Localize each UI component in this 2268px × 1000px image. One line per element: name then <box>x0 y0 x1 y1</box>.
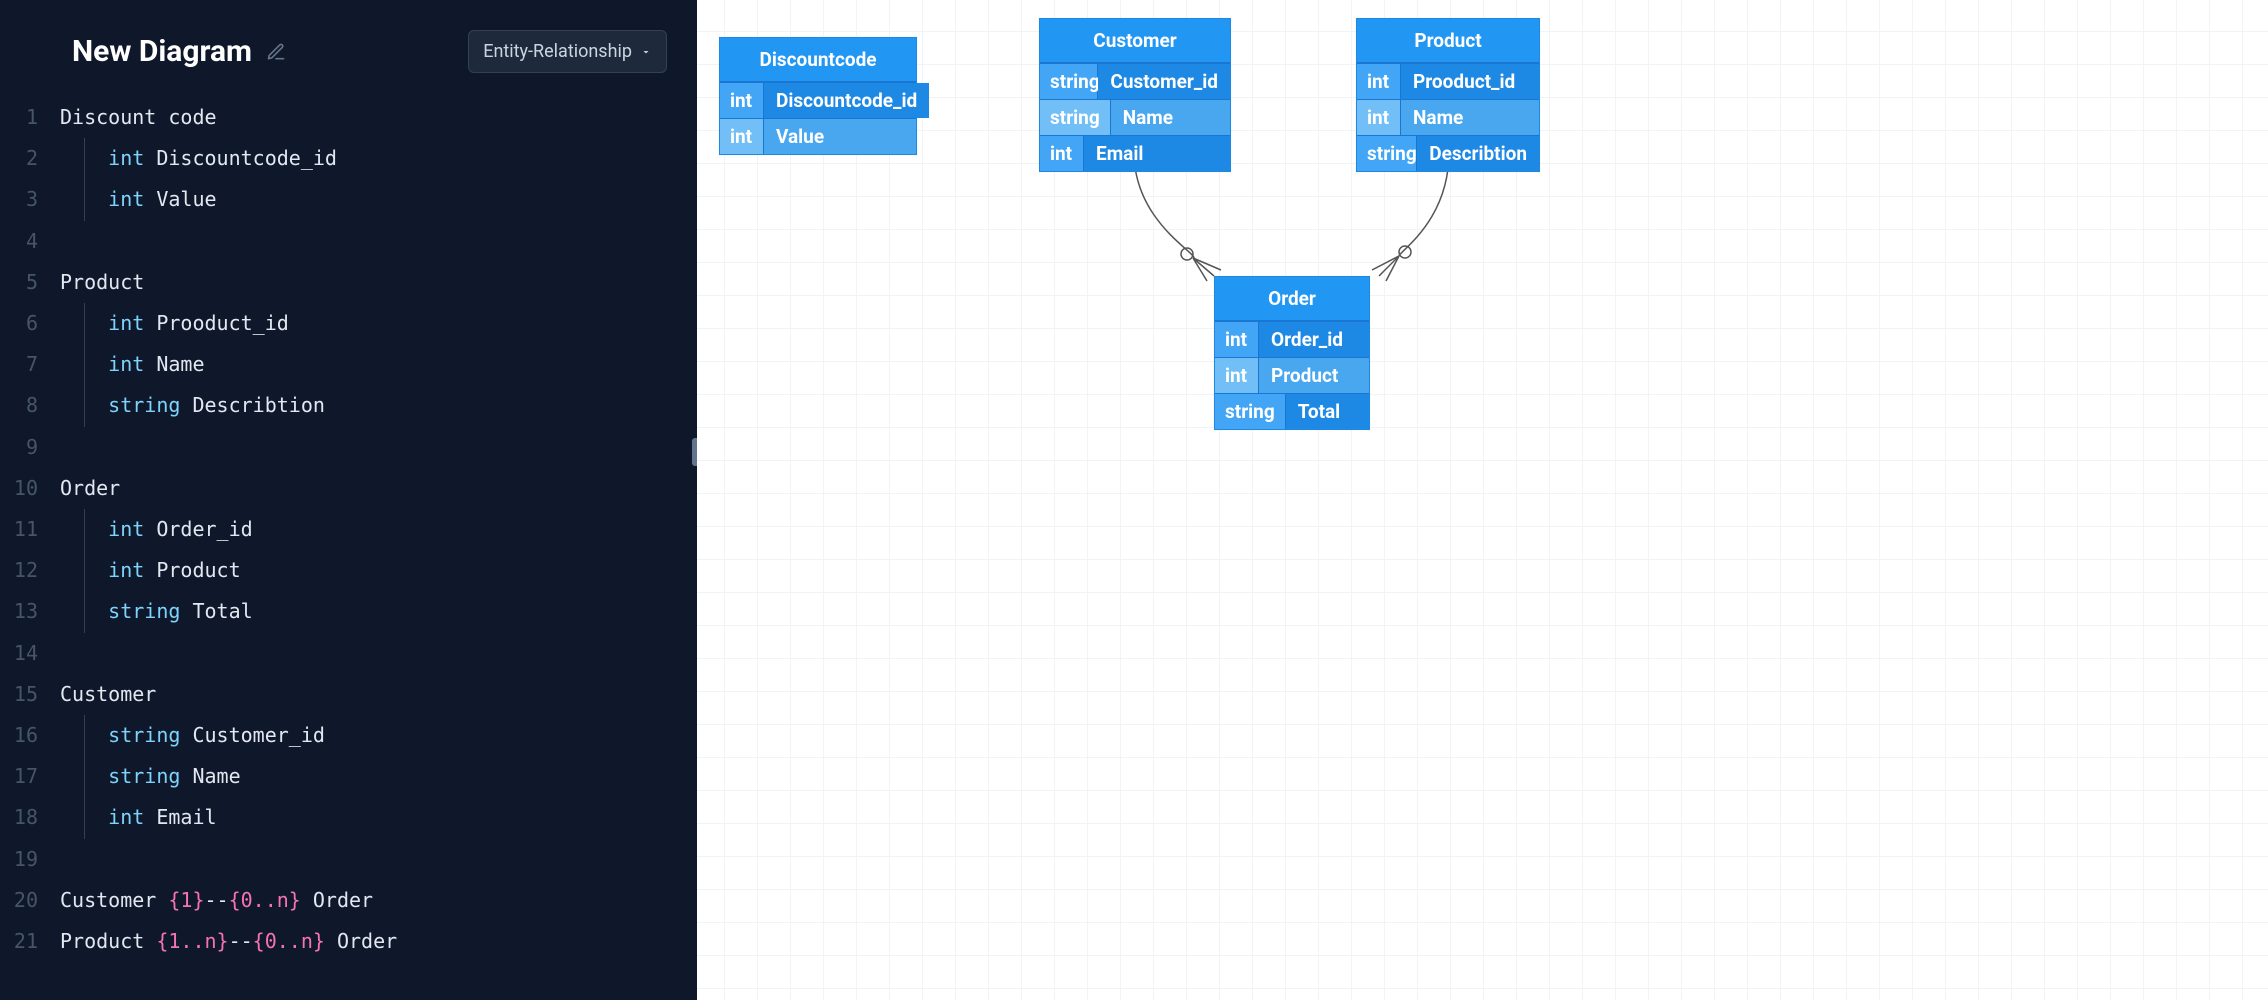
attr-name: Name <box>1401 100 1539 135</box>
attr-name: Order_id <box>1259 322 1369 357</box>
attr-type: int <box>1357 64 1401 99</box>
attr-type: string <box>1215 394 1286 429</box>
code-line[interactable]: 15Customer <box>0 674 697 715</box>
code-content[interactable]: Customer <box>60 674 156 715</box>
chevron-down-icon <box>640 46 652 58</box>
code-line[interactable]: 4 <box>0 221 697 262</box>
code-content[interactable]: int Name <box>60 344 205 385</box>
title-wrap: New Diagram <box>72 34 286 69</box>
line-number: 1 <box>0 97 60 138</box>
code-line[interactable]: 1Discount code <box>0 97 697 138</box>
editor-header: New Diagram Entity-Relationship <box>0 0 697 91</box>
attr-name: Prooduct_id <box>1401 64 1539 99</box>
entity-title: Discountcode <box>720 38 916 82</box>
code-line[interactable]: 13 string Total <box>0 591 697 632</box>
attr-type: string <box>1357 136 1417 171</box>
diagram-type-label: Entity-Relationship <box>483 41 632 62</box>
code-line[interactable]: 12 int Product <box>0 550 697 591</box>
code-line[interactable]: 2 int Discountcode_id <box>0 138 697 179</box>
line-number: 3 <box>0 179 60 220</box>
code-content[interactable]: Customer {1}--{0..n} Order <box>60 880 373 921</box>
code-line[interactable]: 7 int Name <box>0 344 697 385</box>
code-line[interactable]: 20Customer {1}--{0..n} Order <box>0 880 697 921</box>
attr-type: int <box>720 83 764 118</box>
code-content[interactable]: Discount code <box>60 97 217 138</box>
attr-name: Product <box>1259 358 1369 393</box>
code-content[interactable]: Product <box>60 262 144 303</box>
code-line[interactable]: 9 <box>0 427 697 468</box>
entity-title: Product <box>1357 19 1539 63</box>
attr-type: int <box>720 119 764 154</box>
line-number: 14 <box>0 633 60 674</box>
line-number: 13 <box>0 591 60 632</box>
line-number: 8 <box>0 385 60 426</box>
code-line[interactable]: 18 int Email <box>0 797 697 838</box>
attr-type: string <box>1040 100 1111 135</box>
line-number: 9 <box>0 427 60 468</box>
entity-title: Customer <box>1040 19 1230 63</box>
line-number: 5 <box>0 262 60 303</box>
code-content[interactable]: int Order_id <box>60 509 253 550</box>
line-number: 4 <box>0 221 60 262</box>
entity-product[interactable]: Product int Prooduct_id int Name string … <box>1356 18 1540 172</box>
code-content[interactable]: Order <box>60 468 120 509</box>
code-line[interactable]: 21Product {1..n}--{0..n} Order <box>0 921 697 962</box>
line-number: 2 <box>0 138 60 179</box>
editor-pane: New Diagram Entity-Relationship 1Discoun… <box>0 0 697 1000</box>
diagram-canvas[interactable]: Discountcode int Discountcode_id int Val… <box>697 0 2268 1000</box>
diagram-type-select[interactable]: Entity-Relationship <box>468 30 667 73</box>
line-number: 21 <box>0 921 60 962</box>
attr-type: int <box>1357 100 1401 135</box>
code-line[interactable]: 3 int Value <box>0 179 697 220</box>
code-content[interactable]: int Discountcode_id <box>60 138 337 179</box>
line-number: 12 <box>0 550 60 591</box>
code-line[interactable]: 5Product <box>0 262 697 303</box>
code-line[interactable]: 16 string Customer_id <box>0 715 697 756</box>
attr-name: Discountcode_id <box>764 83 929 118</box>
line-number: 15 <box>0 674 60 715</box>
line-number: 7 <box>0 344 60 385</box>
line-number: 17 <box>0 756 60 797</box>
code-line[interactable]: 19 <box>0 839 697 880</box>
diagram-title: New Diagram <box>72 34 252 69</box>
code-line[interactable]: 11 int Order_id <box>0 509 697 550</box>
entity-order[interactable]: Order int Order_id int Product string To… <box>1214 276 1370 430</box>
line-number: 16 <box>0 715 60 756</box>
code-content[interactable]: string Total <box>60 591 253 632</box>
line-number: 18 <box>0 797 60 838</box>
line-number: 19 <box>0 839 60 880</box>
code-content[interactable]: int Prooduct_id <box>60 303 289 344</box>
code-line[interactable]: 6 int Prooduct_id <box>0 303 697 344</box>
entity-discountcode[interactable]: Discountcode int Discountcode_id int Val… <box>719 37 917 155</box>
attr-type: string <box>1040 64 1098 99</box>
code-content[interactable]: string Customer_id <box>60 715 325 756</box>
attr-name: Email <box>1084 136 1230 171</box>
attr-type: int <box>1040 136 1084 171</box>
line-number: 10 <box>0 468 60 509</box>
code-content[interactable]: int Value <box>60 179 217 220</box>
code-editor[interactable]: 1Discount code2 int Discountcode_id3 int… <box>0 91 697 962</box>
edit-title-icon[interactable] <box>266 42 286 62</box>
code-line[interactable]: 17 string Name <box>0 756 697 797</box>
attr-name: Value <box>764 119 916 154</box>
attr-name: Customer_id <box>1098 64 1230 99</box>
line-number: 11 <box>0 509 60 550</box>
code-content[interactable]: int Product <box>60 550 241 591</box>
code-line[interactable]: 8 string Describtion <box>0 385 697 426</box>
attr-name: Total <box>1286 394 1369 429</box>
entity-title: Order <box>1215 277 1369 321</box>
attr-type: int <box>1215 322 1259 357</box>
code-content[interactable]: string Describtion <box>60 385 325 426</box>
code-content[interactable]: Product {1..n}--{0..n} Order <box>60 921 397 962</box>
code-content[interactable]: string Name <box>60 756 241 797</box>
line-number: 20 <box>0 880 60 921</box>
code-line[interactable]: 14 <box>0 633 697 674</box>
attr-name: Name <box>1111 100 1230 135</box>
code-line[interactable]: 10Order <box>0 468 697 509</box>
entity-customer[interactable]: Customer string Customer_id string Name … <box>1039 18 1231 172</box>
attr-name: Describtion <box>1417 136 1539 171</box>
line-number: 6 <box>0 303 60 344</box>
attr-type: int <box>1215 358 1259 393</box>
code-content[interactable]: int Email <box>60 797 217 838</box>
